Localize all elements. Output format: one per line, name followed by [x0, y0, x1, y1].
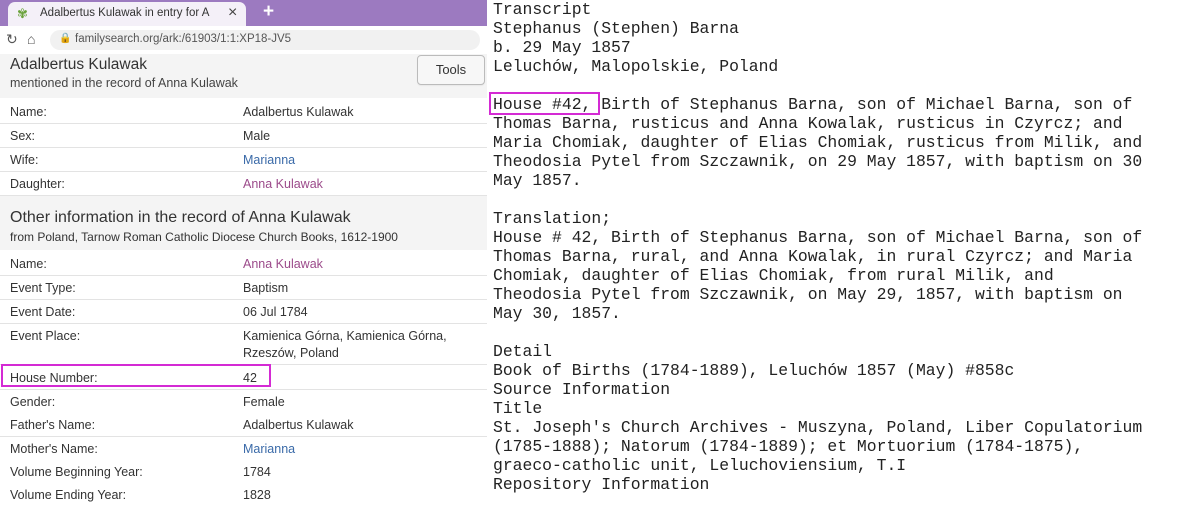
field-label: Name:: [10, 105, 47, 119]
person-subtitle: mentioned in the record of Anna Kulawak: [10, 76, 238, 90]
transcript-line: b. 29 May 1857: [493, 38, 631, 57]
field-label: Mother's Name:: [10, 442, 98, 456]
reload-icon[interactable]: ↻: [6, 31, 18, 48]
transcript-line: Thomas Barna, rusticus and Anna Kowalak,…: [493, 114, 1123, 133]
transcript-line: Theodosia Pytel from Szczawnik, on May 2…: [493, 285, 1123, 304]
transcript-line: May 30, 1857.: [493, 304, 621, 323]
table-row: Sex: Male: [0, 124, 487, 148]
table-row: Name: Anna Kulawak: [0, 252, 487, 276]
field-value: Female: [243, 395, 285, 409]
browser-panel: ✾ Adalbertus Kulawak in entry for A × + …: [0, 0, 487, 506]
record-name-link[interactable]: Anna Kulawak: [243, 257, 323, 271]
lock-icon: 🔒: [59, 33, 72, 44]
transcript-line: Source Information: [493, 380, 671, 399]
table-row: Daughter: Anna Kulawak: [0, 172, 487, 196]
transcript-line: Chomiak, daughter of Elias Chomiak, from…: [493, 266, 1054, 285]
field-value: 06 Jul 1784: [243, 305, 308, 319]
field-value: Male: [243, 129, 271, 143]
table-row: Name: Adalbertus Kulawak: [0, 100, 487, 124]
transcript-line: Theodosia Pytel from Szczawnik, on 29 Ma…: [493, 152, 1143, 171]
browser-tab[interactable]: ✾ Adalbertus Kulawak in entry for A ×: [8, 2, 246, 26]
tools-button[interactable]: Tools: [417, 55, 485, 85]
familysearch-tree-icon: ✾: [17, 6, 28, 21]
transcript-line: (1785-1888); Natorum (1784-1889); et Mor…: [493, 437, 1084, 456]
person-header: Adalbertus Kulawak mentioned in the reco…: [0, 54, 487, 98]
transcript-line: Stephanus (Stephen) Barna: [493, 19, 739, 38]
field-label: Gender:: [10, 395, 56, 409]
transcript-line: Thomas Barna, rural, and Anna Kowalak, i…: [493, 247, 1133, 266]
transcript-line: Maria Chomiak, daughter of Elias Chomiak…: [493, 133, 1143, 152]
house-number-highlight: [1, 364, 271, 387]
transcript-line: Translation;: [493, 209, 612, 228]
table-row: Father's Name: Adalbertus Kulawak: [0, 413, 487, 437]
table-row: Event Type: Baptism: [0, 276, 487, 300]
transcript-line: Transcript: [493, 0, 592, 19]
field-label: Volume Beginning Year:: [10, 465, 143, 479]
table-row: Volume Beginning Year: 1784: [0, 460, 487, 484]
field-label: Daughter:: [10, 177, 65, 191]
home-icon[interactable]: ⌂: [27, 31, 35, 47]
field-label: Father's Name:: [10, 418, 96, 432]
field-value: Adalbertus Kulawak: [243, 105, 354, 119]
transcript-line: Leluchów, Malopolskie, Poland: [493, 57, 779, 76]
table-row: Volume Ending Year: 1828: [0, 483, 487, 506]
person-name: Adalbertus Kulawak: [10, 56, 147, 73]
table-row: Gender: Female: [0, 390, 487, 414]
other-info-header: Other information in the record of Anna …: [0, 196, 487, 250]
url-text: familysearch.org/ark:/61903/1:1:XP18-JV5: [75, 33, 292, 45]
transcript-line: Title: [493, 399, 543, 418]
new-tab-button[interactable]: +: [263, 2, 274, 22]
transcript-line: graeco-catholic unit, Leluchoviensium, T…: [493, 456, 907, 475]
field-value: 1784: [243, 465, 271, 479]
table-row: Event Place: Kamienica Górna, Kamienica …: [0, 324, 487, 365]
table-row: Mother's Name: Marianna: [0, 437, 487, 461]
wife-link[interactable]: Marianna: [243, 153, 295, 167]
address-bar: ↻ ⌂ 🔒 familysearch.org/ark:/61903/1:1:XP…: [0, 26, 487, 54]
tab-title: Adalbertus Kulawak in entry for A: [40, 7, 210, 19]
field-label: Event Date:: [10, 305, 76, 319]
close-tab-icon[interactable]: ×: [228, 5, 237, 21]
url-field[interactable]: 🔒 familysearch.org/ark:/61903/1:1:XP18-J…: [50, 30, 480, 50]
field-label: Event Place:: [10, 329, 81, 343]
section-heading: Other information in the record of Anna …: [10, 209, 351, 226]
mother-link[interactable]: Marianna: [243, 442, 295, 456]
field-value: Adalbertus Kulawak: [243, 418, 354, 432]
table-row: Event Date: 06 Jul 1784: [0, 300, 487, 324]
house-42-highlight: [489, 92, 600, 115]
field-label: Sex:: [10, 129, 36, 143]
field-label: Name:: [10, 257, 47, 271]
transcript-line: Detail: [493, 342, 553, 361]
daughter-link[interactable]: Anna Kulawak: [243, 177, 323, 191]
field-value: 1828: [243, 488, 271, 502]
transcript-line: May 1857.: [493, 171, 582, 190]
section-subheading: from Poland, Tarnow Roman Catholic Dioce…: [10, 230, 398, 244]
field-value: Baptism: [243, 281, 289, 295]
transcript-line: Repository Information: [493, 475, 710, 494]
field-value: Kamienica Górna, Kamienica Górna,: [243, 329, 447, 343]
field-label: Event Type:: [10, 281, 76, 295]
transcript-line: House # 42, Birth of Stephanus Barna, so…: [493, 228, 1143, 247]
table-row: Wife: Marianna: [0, 148, 487, 172]
field-label: Volume Ending Year:: [10, 488, 127, 502]
field-label: Wife:: [10, 153, 39, 167]
field-value-line2: Rzeszów, Poland: [243, 346, 339, 360]
transcript-line: Book of Births (1784-1889), Leluchów 185…: [493, 361, 1015, 380]
transcript-panel: Transcript Stephanus (Stephen) Barna b. …: [487, 0, 1180, 506]
tab-bar: ✾ Adalbertus Kulawak in entry for A × +: [0, 0, 487, 26]
transcript-line: St. Joseph's Church Archives - Muszyna, …: [493, 418, 1143, 437]
